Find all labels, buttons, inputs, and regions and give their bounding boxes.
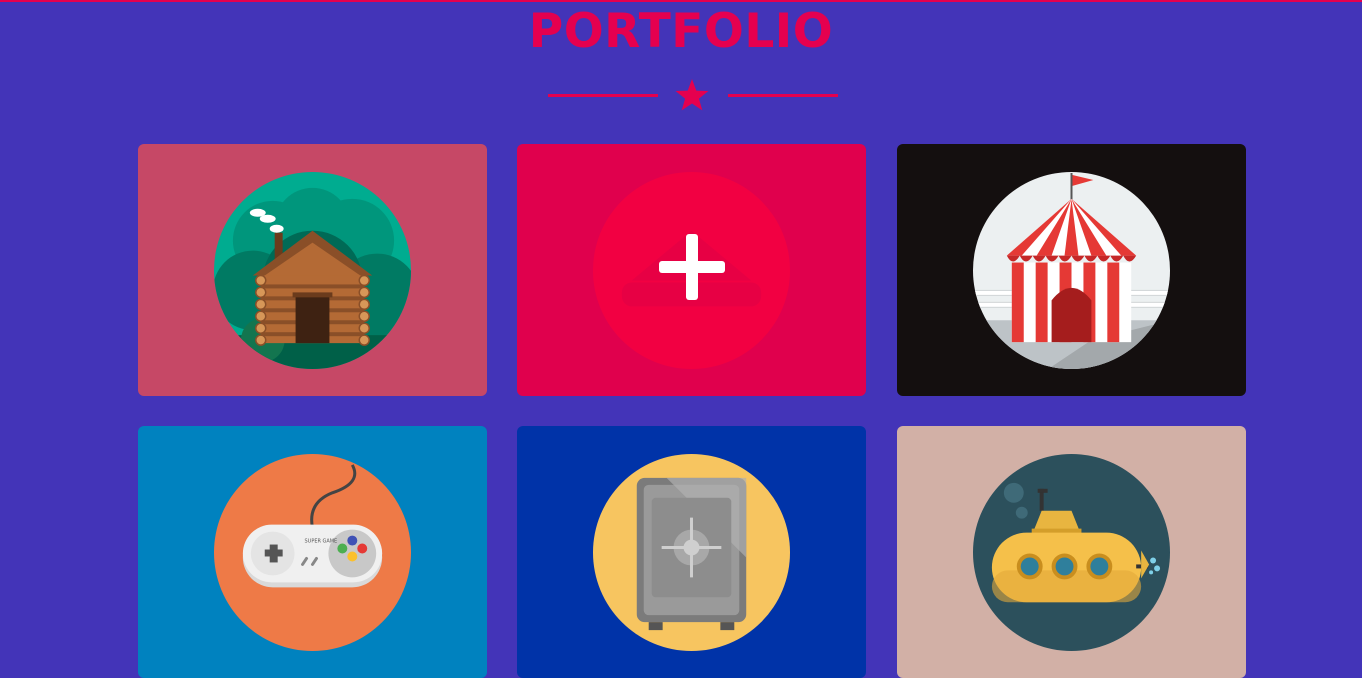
safe-icon — [592, 453, 791, 652]
page-title: PORTFOLIO — [528, 4, 834, 59]
log-cabin-icon — [213, 171, 412, 370]
portfolio-item-gamepad[interactable]: SUPER GAME — [138, 426, 487, 678]
submarine-icon — [972, 453, 1171, 652]
portfolio-item-cabin[interactable] — [138, 144, 487, 396]
top-accent-line — [0, 0, 1362, 2]
portfolio-item-safe[interactable] — [517, 426, 866, 678]
gamepad-label: SUPER GAME — [305, 539, 338, 545]
divider-line-left — [548, 94, 658, 97]
portfolio-item-boat[interactable] — [517, 144, 866, 396]
title-divider — [548, 78, 838, 114]
divider-line-right — [728, 94, 838, 97]
plus-icon[interactable] — [657, 232, 727, 302]
portfolio-item-circus[interactable] — [897, 144, 1246, 396]
star-icon — [675, 79, 709, 111]
portfolio-item-submarine[interactable] — [897, 426, 1246, 678]
circus-tent-icon — [972, 171, 1171, 370]
gamepad-icon: SUPER GAME — [213, 453, 412, 652]
